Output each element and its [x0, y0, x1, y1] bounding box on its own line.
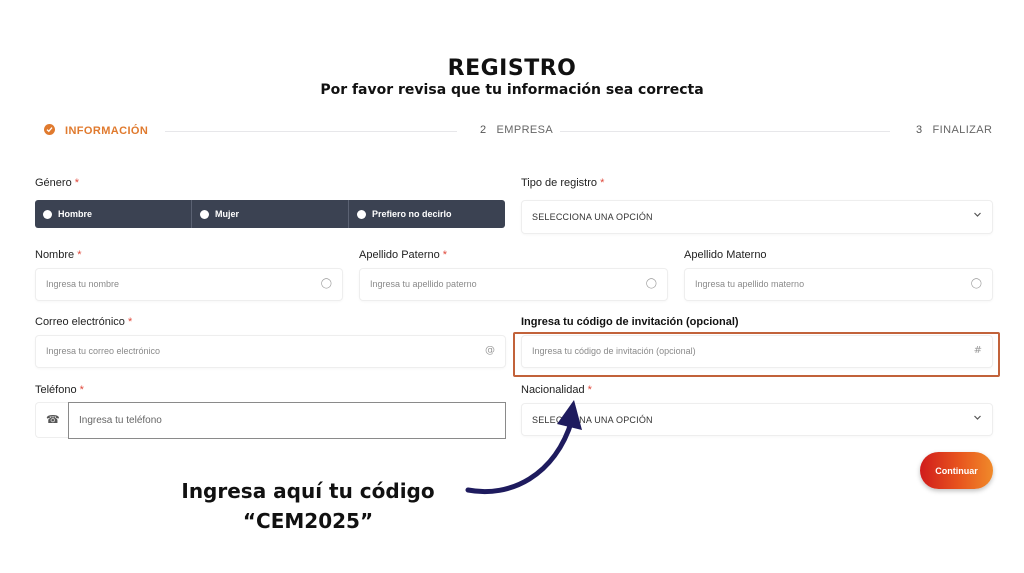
step-number: 3: [916, 124, 923, 136]
callout-line-1: Ingresa aquí tu código: [181, 479, 435, 503]
callout-line-2: “CEM2025”: [242, 509, 374, 533]
step-informacion[interactable]: INFORMACIÓN: [44, 124, 148, 137]
continue-button[interactable]: Continuar: [920, 452, 993, 489]
registration-type-select[interactable]: SELECCIONA UNA OPCIÓN: [521, 200, 993, 234]
gender-option-hombre[interactable]: Hombre: [35, 200, 192, 228]
user-icon: ◯: [320, 278, 332, 289]
gender-option-prefiero-no-decirlo[interactable]: Prefiero no decirlo: [349, 200, 505, 228]
step-connector: [560, 131, 890, 132]
select-value: SELECCIONA UNA OPCIÓN: [532, 212, 653, 222]
page-subtitle: Por favor revisa que tu información sea …: [320, 82, 704, 98]
page-title: REGISTRO: [447, 56, 577, 81]
option-label: Prefiero no decirlo: [372, 209, 452, 219]
step-connector: [165, 131, 457, 132]
first-name-input[interactable]: [46, 269, 307, 299]
user-icon: ◯: [970, 278, 982, 289]
required-mark: *: [79, 384, 84, 396]
last-name-maternal-label-text: Apellido Materno: [684, 249, 767, 261]
phone-globe-icon: ☎: [46, 413, 60, 426]
curved-arrow-icon: [465, 400, 582, 495]
invitation-code-highlight: [513, 332, 1000, 377]
last-name-paternal-input[interactable]: [370, 269, 631, 299]
gender-selector: Hombre Mujer Prefiero no decirlo: [35, 200, 505, 228]
registration-type-label: Tipo de registro *: [521, 177, 604, 189]
phone-field[interactable]: [68, 402, 506, 439]
nationality-label-text: Nacionalidad: [521, 384, 585, 396]
check-icon: [44, 124, 55, 135]
invitation-code-label: Ingresa tu código de invitación (opciona…: [521, 316, 739, 328]
last-name-maternal-label: Apellido Materno: [684, 249, 767, 261]
required-mark: *: [600, 177, 605, 189]
last-name-paternal-label-text: Apellido Paterno: [359, 249, 440, 261]
phone-label-text: Teléfono: [35, 384, 77, 396]
gender-label-text: Género: [35, 177, 72, 189]
at-sign-icon: @: [485, 345, 495, 356]
phone-country-selector[interactable]: ☎: [35, 402, 69, 438]
step-label: INFORMACIÓN: [65, 125, 149, 137]
option-label: Hombre: [58, 209, 93, 219]
phone-label: Teléfono *: [35, 384, 84, 396]
radio-icon: [200, 209, 209, 219]
first-name-label-text: Nombre: [35, 249, 75, 261]
email-label-text: Correo electrónico: [35, 316, 125, 328]
step-empresa[interactable]: 2 EMPRESA: [480, 124, 553, 136]
user-icon: ◯: [645, 278, 657, 289]
nationality-label: Nacionalidad *: [521, 384, 592, 396]
gender-label: Género *: [35, 177, 79, 189]
step-label: FINALIZAR: [932, 124, 993, 136]
email-label: Correo electrónico *: [35, 316, 132, 328]
required-mark: *: [127, 316, 133, 328]
last-name-paternal-label: Apellido Paterno *: [359, 249, 447, 261]
email-input[interactable]: [46, 336, 445, 366]
required-mark: *: [442, 249, 448, 261]
chevron-down-icon: [973, 413, 982, 425]
phone-input[interactable]: [79, 403, 472, 438]
required-mark: *: [74, 177, 80, 189]
gender-option-mujer[interactable]: Mujer: [192, 200, 349, 228]
registration-type-label-text: Tipo de registro: [521, 177, 598, 189]
radio-icon: [43, 209, 52, 219]
last-name-maternal-input[interactable]: [695, 269, 956, 299]
callout-text: Ingresa aquí tu código “CEM2025”: [160, 476, 456, 536]
step-label: EMPRESA: [496, 124, 554, 136]
first-name-field[interactable]: ◯: [35, 268, 343, 301]
option-label: Mujer: [215, 209, 240, 219]
step-finalizar[interactable]: 3 FINALIZAR: [916, 124, 992, 136]
chevron-down-icon: [973, 210, 982, 222]
last-name-maternal-field[interactable]: ◯: [684, 268, 993, 301]
nationality-select[interactable]: SELECCIONA UNA OPCIÓN: [521, 403, 993, 436]
step-number: 2: [480, 124, 487, 136]
last-name-paternal-field[interactable]: ◯: [359, 268, 668, 301]
required-mark: *: [587, 384, 592, 396]
radio-icon: [357, 209, 366, 219]
email-field[interactable]: @: [35, 335, 506, 368]
required-mark: *: [77, 249, 82, 261]
first-name-label: Nombre *: [35, 249, 81, 261]
